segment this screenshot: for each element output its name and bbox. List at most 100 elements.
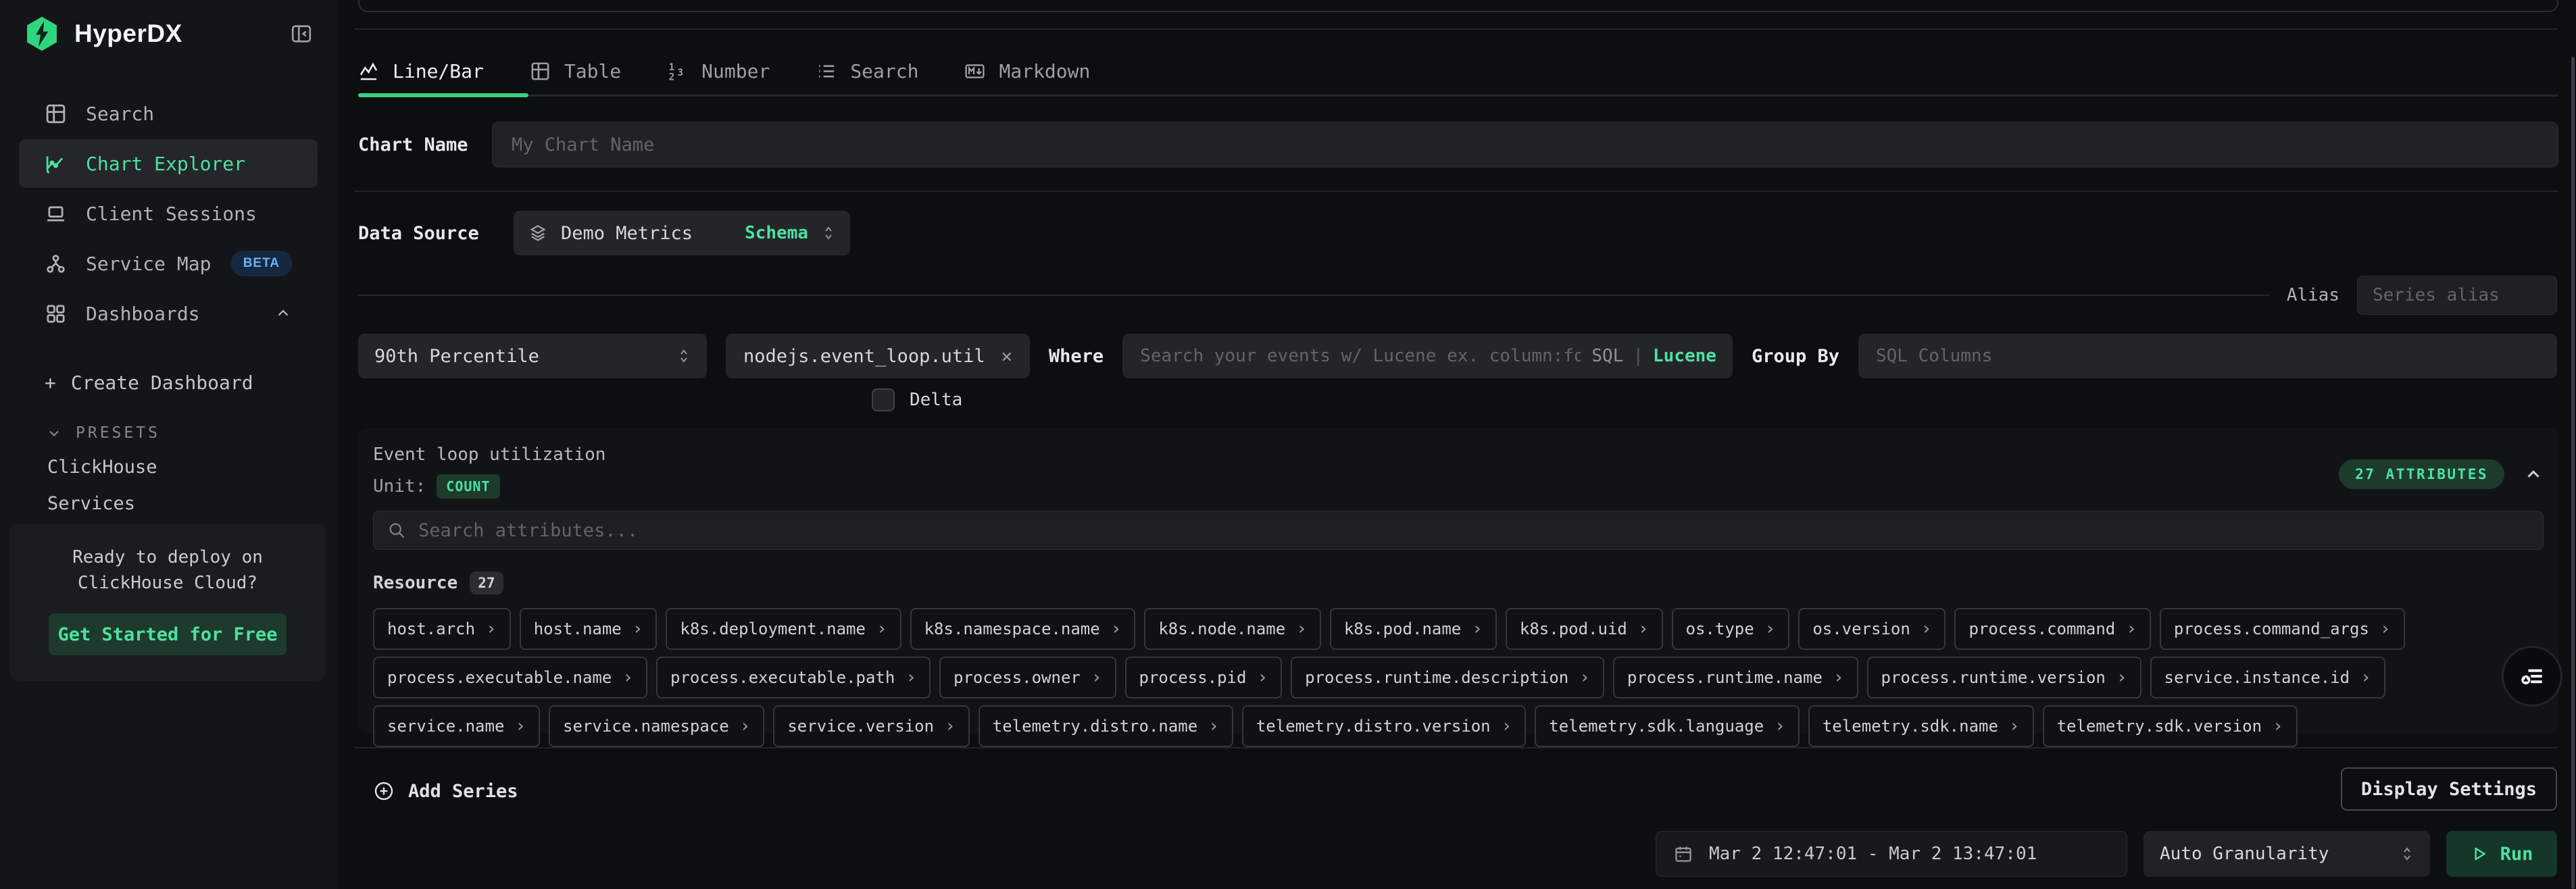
- attribute-chip-label: k8s.deployment.name: [680, 619, 866, 638]
- vertical-scrollbar[interactable]: [2571, 57, 2575, 889]
- divider: [354, 190, 2558, 192]
- sidebar-item-chart-explorer[interactable]: Chart Explorer: [19, 139, 318, 188]
- attribute-chip[interactable]: telemetry.sdk.name ›: [1808, 705, 2034, 747]
- table-icon: [530, 61, 551, 82]
- remove-metric-icon[interactable]: ✕: [1001, 346, 1012, 367]
- sidebar-item-client-sessions[interactable]: Client Sessions: [19, 189, 318, 238]
- chevron-right-icon: ›: [2273, 716, 2283, 736]
- attribute-chip[interactable]: service.name ›: [373, 705, 540, 747]
- chevron-up-icon[interactable]: [2523, 464, 2544, 484]
- attribute-chip[interactable]: os.type ›: [1672, 608, 1790, 650]
- add-series-button[interactable]: Add Series: [373, 770, 518, 812]
- attribute-chip[interactable]: process.pid ›: [1125, 657, 1283, 698]
- svg-text:2: 2: [669, 72, 675, 82]
- attribute-chip[interactable]: service.instance.id ›: [2150, 657, 2385, 698]
- lucene-toggle[interactable]: Lucene: [1653, 346, 1716, 366]
- attribute-chip[interactable]: process.runtime.version ›: [1867, 657, 2141, 698]
- aggregation-select[interactable]: 90th Percentile: [358, 334, 707, 378]
- sidebar-item-search[interactable]: Search: [19, 89, 318, 138]
- chart-name-input[interactable]: [492, 122, 2558, 168]
- chevron-right-icon: ›: [1257, 667, 1268, 688]
- attribute-chip[interactable]: telemetry.distro.name ›: [979, 705, 1233, 747]
- run-button[interactable]: Run: [2446, 831, 2557, 877]
- presets-header[interactable]: PRESETS: [19, 417, 318, 449]
- where-input[interactable]: [1139, 345, 1582, 367]
- tab-search[interactable]: Search: [816, 60, 918, 82]
- sidebar-item-dashboards[interactable]: Dashboards: [19, 289, 318, 338]
- attribute-chip-label: service.name: [387, 717, 504, 736]
- attribute-chip-label: k8s.node.name: [1158, 619, 1285, 638]
- attribute-chip[interactable]: service.version ›: [773, 705, 969, 747]
- delta-label: Delta: [910, 390, 962, 410]
- add-series-label: Add Series: [408, 781, 518, 802]
- sidebar-item-service-map[interactable]: Service Map BETA: [19, 239, 318, 288]
- attribute-chip[interactable]: k8s.pod.uid ›: [1506, 608, 1663, 650]
- tab-number[interactable]: 123 Number: [667, 60, 770, 82]
- attribute-chip-label: telemetry.distro.name: [993, 717, 1197, 736]
- alias-row: Alias: [358, 276, 2557, 315]
- attribute-chip[interactable]: os.version ›: [1798, 608, 1946, 650]
- tab-markdown[interactable]: Markdown: [964, 60, 1090, 82]
- granularity-select[interactable]: Auto Granularity: [2144, 831, 2430, 877]
- date-range-value: Mar 2 12:47:01 - Mar 2 13:47:01: [1709, 844, 2037, 864]
- attribute-chip[interactable]: k8s.node.name ›: [1144, 608, 1321, 650]
- alias-label: Alias: [2287, 285, 2339, 305]
- group-by-input[interactable]: [1875, 345, 2541, 367]
- attribute-chip[interactable]: k8s.pod.name ›: [1330, 608, 1497, 650]
- attribute-chip[interactable]: k8s.deployment.name ›: [666, 608, 901, 650]
- attribute-chip[interactable]: process.executable.name ›: [373, 657, 647, 698]
- calendar-icon: [1674, 844, 1693, 863]
- sidebar-nav: Search Chart Explorer Client Sessions Se…: [0, 89, 337, 338]
- sidebar-collapse-icon[interactable]: [289, 22, 314, 46]
- attribute-chip[interactable]: telemetry.distro.version ›: [1242, 705, 1526, 747]
- attribute-chip[interactable]: telemetry.sdk.version ›: [2043, 705, 2298, 747]
- attribute-chip-label: process.pid: [1139, 668, 1247, 687]
- attribute-chip[interactable]: process.command ›: [1954, 608, 2150, 650]
- attribute-chip[interactable]: telemetry.sdk.language ›: [1535, 705, 1800, 747]
- play-icon: [2471, 845, 2488, 863]
- alias-input[interactable]: [2357, 276, 2557, 315]
- attribute-chip[interactable]: host.arch ›: [373, 608, 511, 650]
- laptop-icon: [45, 203, 67, 225]
- delta-checkbox[interactable]: [872, 388, 895, 411]
- attribute-chip-label: k8s.pod.uid: [1520, 619, 1627, 638]
- metric-chip[interactable]: nodejs.event_loop.util ✕: [726, 334, 1030, 378]
- create-dashboard-button[interactable]: + Create Dashboard: [19, 365, 318, 400]
- promo-text: Ready to deploy on ClickHouse Cloud?: [26, 545, 309, 596]
- chevron-down-icon: [46, 425, 62, 441]
- attribute-chip[interactable]: k8s.namespace.name ›: [910, 608, 1136, 650]
- display-settings-button[interactable]: Display Settings: [2341, 767, 2557, 811]
- attribute-chip-label: k8s.pod.name: [1344, 619, 1461, 638]
- plus-icon: +: [45, 372, 56, 394]
- attribute-chip[interactable]: process.owner ›: [939, 657, 1116, 698]
- attribute-chip-label: os.type: [1686, 619, 1754, 638]
- unit-badge: COUNT: [437, 474, 499, 499]
- attribute-chip[interactable]: process.runtime.name ›: [1613, 657, 1858, 698]
- attribute-chip-label: os.version: [1812, 619, 1910, 638]
- chevron-up-icon: [274, 305, 292, 322]
- date-range-picker[interactable]: Mar 2 12:47:01 - Mar 2 13:47:01: [1656, 831, 2127, 877]
- chevron-right-icon: ›: [486, 619, 497, 639]
- sql-toggle[interactable]: SQL: [1591, 346, 1623, 366]
- attribute-search-input[interactable]: [417, 519, 2529, 542]
- schema-link[interactable]: Schema: [745, 223, 808, 243]
- preset-clickhouse[interactable]: ClickHouse: [19, 449, 318, 485]
- attribute-chip-label: process.executable.path: [670, 668, 895, 687]
- metric-title: Event loop utilization: [373, 444, 605, 465]
- tab-table[interactable]: Table: [530, 60, 621, 82]
- data-source-select[interactable]: Demo Metrics Schema: [514, 211, 850, 255]
- attribute-chip[interactable]: process.command_args ›: [2160, 608, 2405, 650]
- chevron-right-icon: ›: [1921, 619, 1932, 639]
- preset-services[interactable]: Services: [19, 485, 318, 522]
- attribute-chip[interactable]: service.namespace ›: [549, 705, 764, 747]
- attribute-chip[interactable]: process.executable.path ›: [656, 657, 931, 698]
- attribute-chips: host.arch › host.name › k8s.deployment.n…: [373, 608, 2544, 747]
- attribute-chip-label: process.command_args: [2174, 619, 2369, 638]
- attribute-chip[interactable]: process.runtime.description ›: [1291, 657, 1604, 698]
- attribute-chip[interactable]: host.name ›: [520, 608, 658, 650]
- chart-assistant-button[interactable]: [2502, 646, 2562, 707]
- select-chevrons-icon: [822, 223, 835, 243]
- where-filter-box: SQL | Lucene: [1122, 334, 1733, 378]
- get-started-button[interactable]: Get Started for Free: [49, 613, 287, 655]
- tab-line-bar[interactable]: Line/Bar: [358, 60, 484, 82]
